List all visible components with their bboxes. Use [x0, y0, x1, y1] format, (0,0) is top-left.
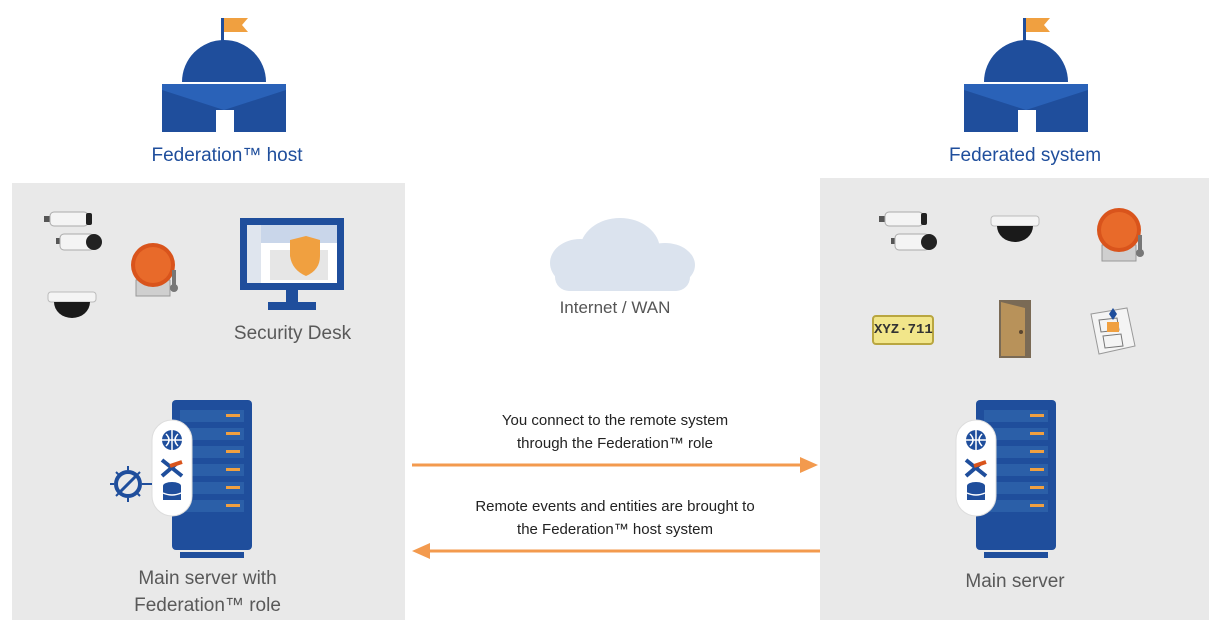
events-return-arrow	[412, 543, 820, 559]
security-desk-label: Security Desk	[233, 323, 352, 344]
connect-arrow-label: You connect to the remote system through…	[420, 409, 810, 455]
right-dome-camera-icon	[990, 215, 1040, 242]
right-main-server-label: Main server	[965, 571, 1065, 592]
federated-system-title: Federated system	[948, 145, 1102, 166]
bullet-cameras-icon	[44, 211, 102, 251]
connect-arrow-line2: through the Federation™ role	[517, 435, 713, 452]
license-plate-text: XYZ·711	[874, 322, 933, 338]
federation-host-title: Federation™ host	[151, 145, 303, 166]
internet-wan-label: Internet / WAN	[559, 298, 671, 317]
door-icon	[999, 300, 1031, 358]
main-server-with-role-label: Main server with Federation™ role	[100, 565, 315, 619]
right-bullet-cameras-icon	[879, 211, 937, 251]
right-alarm-bell-icon	[1097, 208, 1144, 262]
license-plate-icon: XYZ·711	[872, 315, 934, 345]
federation-host-building-icon	[162, 18, 286, 132]
floor-map-icon	[1090, 307, 1136, 355]
dome-camera-icon	[47, 291, 97, 318]
main-server-with-role-line2: Federation™ role	[134, 595, 281, 616]
main-server-with-role-line1: Main server with	[138, 568, 277, 589]
alarm-bell-icon	[131, 243, 178, 297]
events-return-arrow-line1: Remote events and entities are brought t…	[475, 498, 755, 515]
security-desk-monitor-icon	[240, 218, 344, 310]
events-return-arrow-line2: the Federation™ host system	[517, 521, 713, 538]
internet-cloud-icon	[550, 218, 695, 291]
connect-arrow	[412, 457, 818, 473]
right-main-server-rack-icon	[955, 400, 1056, 558]
main-server-rack-icon	[110, 400, 252, 558]
federated-system-building-icon	[964, 18, 1088, 132]
connect-arrow-line1: You connect to the remote system	[501, 412, 729, 429]
events-return-arrow-label: Remote events and entities are brought t…	[415, 495, 815, 541]
